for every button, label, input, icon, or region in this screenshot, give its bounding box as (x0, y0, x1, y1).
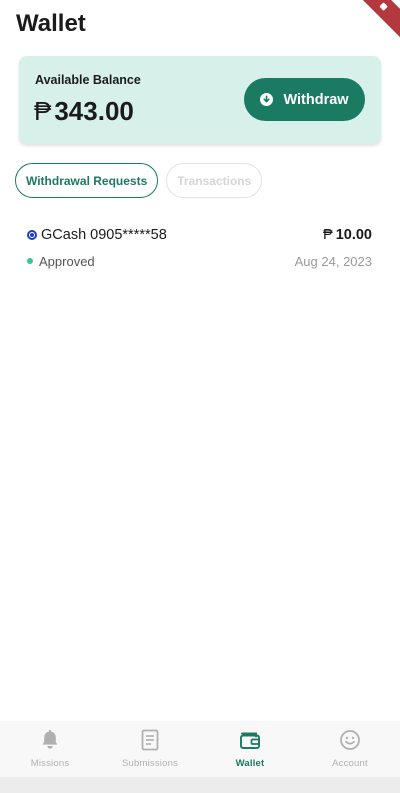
download-icon (260, 93, 274, 106)
nav-item-missions[interactable]: Missions (0, 721, 100, 777)
nav-label-missions: Missions (30, 758, 70, 769)
nav-item-submissions[interactable]: Submissions (100, 721, 200, 777)
wallet-icon (239, 729, 261, 751)
request-date: Aug 24, 2023 (294, 254, 372, 269)
request-value: 10.00 (335, 227, 372, 243)
wallet-tabs: Withdrawal Requests Transactions (15, 163, 263, 198)
page-title: Wallet (16, 10, 86, 37)
balance-value: 343.00 (54, 96, 134, 126)
balance-amount: ₱ 343.00 (34, 96, 134, 127)
system-navigation-bar (0, 777, 400, 793)
request-currency: ₱ (323, 227, 333, 243)
balance-label: Available Balance (35, 73, 141, 87)
nav-label-account: Account (332, 758, 368, 769)
status-dot-icon (27, 258, 33, 264)
tab-withdrawal-requests[interactable]: Withdrawal Requests (15, 163, 159, 198)
withdrawal-request-list: GCash 0905*****58 ₱ 10.00 Approved Aug 24… (0, 220, 400, 276)
bell-icon (39, 729, 61, 751)
request-amount: ₱ 10.00 (323, 227, 372, 243)
nav-item-account[interactable]: Account (300, 721, 400, 777)
nav-label-submissions: Submissions (121, 758, 179, 769)
document-icon (139, 729, 161, 751)
nav-label-wallet: Wallet (235, 758, 265, 769)
status-badge: Approved (39, 254, 95, 269)
gcash-icon (27, 230, 37, 240)
payment-method: GCash 0905*****58 (41, 227, 167, 243)
tab-transactions[interactable]: Transactions (166, 163, 263, 198)
list-item[interactable]: GCash 0905*****58 ₱ 10.00 Approved Aug 24… (0, 220, 400, 276)
debug-ribbon (346, 0, 400, 47)
withdraw-label: Withdraw (283, 91, 349, 108)
balance-card: Available Balance ₱ 343.00 Withdraw (19, 56, 381, 144)
nav-item-wallet[interactable]: Wallet (200, 721, 300, 777)
withdraw-button[interactable]: Withdraw (244, 78, 365, 121)
balance-currency: ₱ (34, 96, 52, 126)
bottom-nav: Missions Submissions Wallet Account (0, 721, 400, 777)
smiley-icon (339, 729, 361, 751)
